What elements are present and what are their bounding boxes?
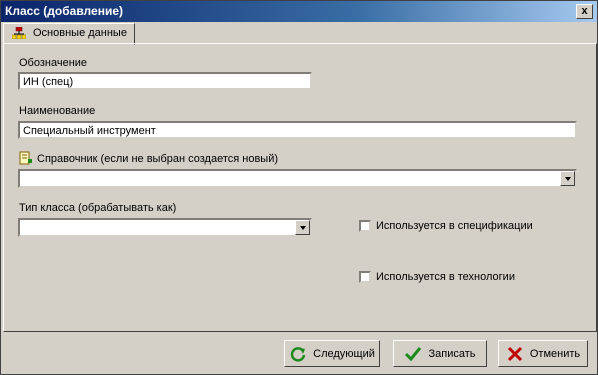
tab-main-data[interactable]: Основные данные xyxy=(3,23,135,45)
tab-label: Основные данные xyxy=(33,27,127,39)
directory-dropdown-button[interactable] xyxy=(560,171,575,186)
window-title: Класс (добавление) xyxy=(5,4,123,18)
class-type-label: Тип класса (обрабатывать как) xyxy=(19,202,177,214)
checkmark-icon xyxy=(405,346,422,361)
save-button-label: Записать xyxy=(428,347,476,360)
cancel-button-label: Отменить xyxy=(529,347,581,360)
used-in-tech-label: Используется в технологии xyxy=(376,271,515,283)
designation-field[interactable]: ИН (спец) xyxy=(18,72,312,90)
close-x-icon xyxy=(507,346,522,361)
close-button[interactable]: x xyxy=(576,4,593,19)
chevron-down-icon xyxy=(299,225,306,230)
dialog-window: Класс (добавление) x Основные данные Обо… xyxy=(0,0,598,375)
directory-select[interactable] xyxy=(18,169,577,188)
title-bar[interactable]: Класс (добавление) x xyxy=(1,1,597,22)
directory-icon xyxy=(19,151,32,165)
class-type-select[interactable] xyxy=(18,218,312,237)
used-in-spec-label: Используется в спецификации xyxy=(376,220,533,232)
next-button[interactable]: Следующий xyxy=(284,340,380,367)
save-button[interactable]: Записать xyxy=(393,340,487,367)
used-in-spec-checkbox[interactable] xyxy=(359,220,371,232)
name-label: Наименование xyxy=(19,105,96,117)
next-button-label: Следующий xyxy=(313,347,375,360)
refresh-icon xyxy=(290,346,306,362)
class-type-dropdown-button[interactable] xyxy=(295,220,310,235)
designation-label: Обозначение xyxy=(19,57,88,69)
chevron-down-icon xyxy=(564,176,571,181)
cancel-button[interactable]: Отменить xyxy=(498,340,588,367)
directory-label: Справочник (если не выбран создается нов… xyxy=(37,153,279,165)
used-in-tech-checkbox[interactable] xyxy=(359,271,371,283)
name-field[interactable]: Специальный инструмент xyxy=(18,121,577,139)
network-icon xyxy=(12,27,26,39)
